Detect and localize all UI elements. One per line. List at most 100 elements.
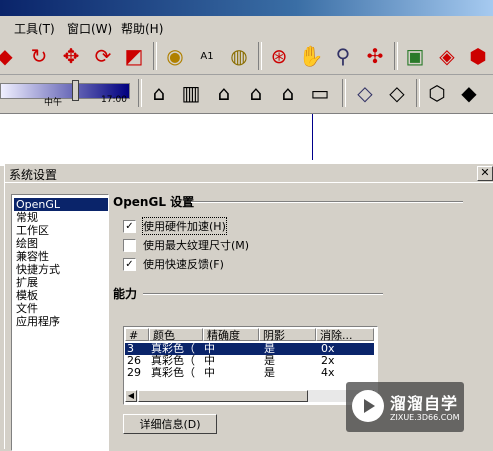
table-cell: 2x [321,355,335,367]
app-titlebar [0,0,493,16]
table-cell: 是 [264,355,275,367]
category-item-files[interactable]: 文件 [14,302,108,315]
menu-help[interactable]: 帮助(H) [121,20,163,37]
scale-icon[interactable]: ◩ [119,41,149,71]
scroll-left-icon[interactable]: ◀ [125,390,137,402]
tape-measure-icon[interactable]: ◉ [160,41,190,71]
scrollbar-thumb[interactable] [138,390,308,402]
toolbar-separator [342,79,346,107]
sun-right-label: 17:00 [101,95,127,105]
play-icon [364,399,375,413]
zoom-extents-icon[interactable]: ✣ [360,41,390,71]
table-row[interactable]: 26 真彩色（ 中 是 2x [125,355,374,367]
table-cell: 中 [204,343,215,355]
table-row[interactable]: 3 真彩色（ 中 是 0x [125,343,374,355]
toolbar-separator [138,79,142,107]
column-header-antialias[interactable]: 消除... [316,328,374,342]
table-cell: 真彩色（ [151,355,195,367]
table-cell: 是 [264,343,275,355]
shaded-icon[interactable]: ◆ [454,78,484,108]
table-cell: 真彩色（ [151,343,195,355]
table-cell: 是 [264,367,275,379]
warehouse-icon[interactable]: ⬢ [463,41,493,71]
table-cell: 中 [204,367,215,379]
table-cell: 真彩色（ [151,367,195,379]
sun-slider-thumb[interactable] [72,80,80,101]
table-cell: 0x [321,343,335,355]
heading-divider [191,201,463,203]
text-tool-icon[interactable]: A1 [192,41,222,71]
category-item-drawing[interactable]: 绘图 [14,237,108,250]
hardware-acceleration-label: 使用硬件加速(H) [142,217,227,235]
rotate-icon[interactable]: ⟳ [88,41,118,71]
pan-icon[interactable]: ✋ [296,41,326,71]
details-button[interactable]: 详细信息(D) [123,414,217,434]
table-horizontal-scrollbar[interactable]: ◀ ▶ [125,390,374,402]
orbit-icon[interactable]: ⊛ [264,41,294,71]
table-cell: 29 [127,367,141,379]
table-cell: 中 [204,355,215,367]
share-model-icon[interactable]: ◈ [432,41,462,71]
right-view-icon[interactable]: ⌂ [241,78,271,108]
capabilities-table[interactable]: # 颜色 精确度 阴影 消除... 3 真彩色（ 中 是 0x 26 真彩色（ … [123,326,378,405]
fast-feedback-label: 使用快速反馈(F) [143,258,224,271]
option-max-texture-size[interactable]: 使用最大纹理尺寸(M) [123,237,249,253]
category-item-general[interactable]: 常规 [14,211,108,224]
menu-window[interactable]: 窗口(W) [67,20,112,37]
wireframe-icon[interactable]: ◇ [382,78,412,108]
menubar: 工具(T) 窗口(W) 帮助(H) [0,16,493,39]
table-cell: 4x [321,367,335,379]
toolbar-separator [153,42,157,70]
table-row[interactable]: 29 真彩色（ 中 是 4x [125,367,374,379]
get-models-icon[interactable]: ▣ [400,41,430,71]
left-view-icon[interactable]: ▭ [305,78,335,108]
dialog-title: 系统设置 [9,168,58,182]
dialog-titlebar[interactable]: 系统设置 ✕ [5,164,493,183]
category-item-extensions[interactable]: 扩展 [14,276,108,289]
category-list[interactable]: OpenGL 常规 工作区 绘图 兼容性 快捷方式 扩展 模板 文件 应用程序 [11,194,109,451]
max-texture-size-label: 使用最大纹理尺寸(M) [143,239,250,252]
table-cell: 3 [127,343,134,355]
hidden-line-icon[interactable]: ⬡ [422,78,452,108]
category-item-workspace[interactable]: 工作区 [14,224,108,237]
category-item-opengl[interactable]: OpenGL [14,198,108,211]
push-pull-icon[interactable]: ◆ [0,41,20,71]
fast-feedback-checkbox[interactable]: ✓ [123,257,136,271]
toolbar-separator [394,42,398,70]
watermark: 溜溜自学 ZIXUE.3D66.COM [346,382,464,432]
zoom-icon[interactable]: ⚲ [328,41,358,71]
close-icon[interactable]: ✕ [477,166,493,181]
menu-tools[interactable]: 工具(T) [14,20,55,37]
back-view-icon[interactable]: ⌂ [273,78,303,108]
model-viewport[interactable] [0,114,493,166]
column-header-color[interactable]: 颜色 [149,328,203,342]
opengl-settings-heading: OpenGL 设置 [113,195,195,209]
watermark-url: ZIXUE.3D66.COM [390,413,460,422]
top-view-icon[interactable]: ▥ [176,78,206,108]
category-item-compatibility[interactable]: 兼容性 [14,250,108,263]
category-item-templates[interactable]: 模板 [14,289,108,302]
hardware-acceleration-checkbox[interactable]: ✓ [123,219,136,233]
toolbar-separator [416,79,420,107]
column-header-shadow[interactable]: 阴影 [259,328,316,342]
watermark-name: 溜溜自学 [390,394,459,413]
category-item-shortcuts[interactable]: 快捷方式 [14,263,108,276]
iso-view-icon[interactable]: ⌂ [144,78,174,108]
capabilities-heading: 能力 [113,287,138,301]
paint-bucket-icon[interactable]: ◍ [224,41,254,71]
category-item-applications[interactable]: 应用程序 [14,315,108,328]
max-texture-size-checkbox[interactable] [123,238,136,252]
move-icon[interactable]: ✥ [56,41,86,71]
front-view-icon[interactable]: ⌂ [209,78,239,108]
option-fast-feedback[interactable]: ✓ 使用快速反馈(F) [123,256,224,272]
toolbar-separator [258,42,262,70]
view-toolbar: 中午 17:00 ⌂ ▥ ⌂ ⌂ ⌂ ▭ ◇ ◇ ⬡ ◆ [0,75,493,114]
column-header-number[interactable]: # [125,328,149,342]
blue-axis-line [312,114,313,160]
column-header-precision[interactable]: 精确度 [203,328,259,342]
xray-icon[interactable]: ◇ [350,78,380,108]
heading-divider [143,293,383,295]
table-cell: 26 [127,355,141,367]
follow-me-icon[interactable]: ↻ [24,41,54,71]
option-hardware-acceleration[interactable]: ✓ 使用硬件加速(H) [123,217,227,235]
